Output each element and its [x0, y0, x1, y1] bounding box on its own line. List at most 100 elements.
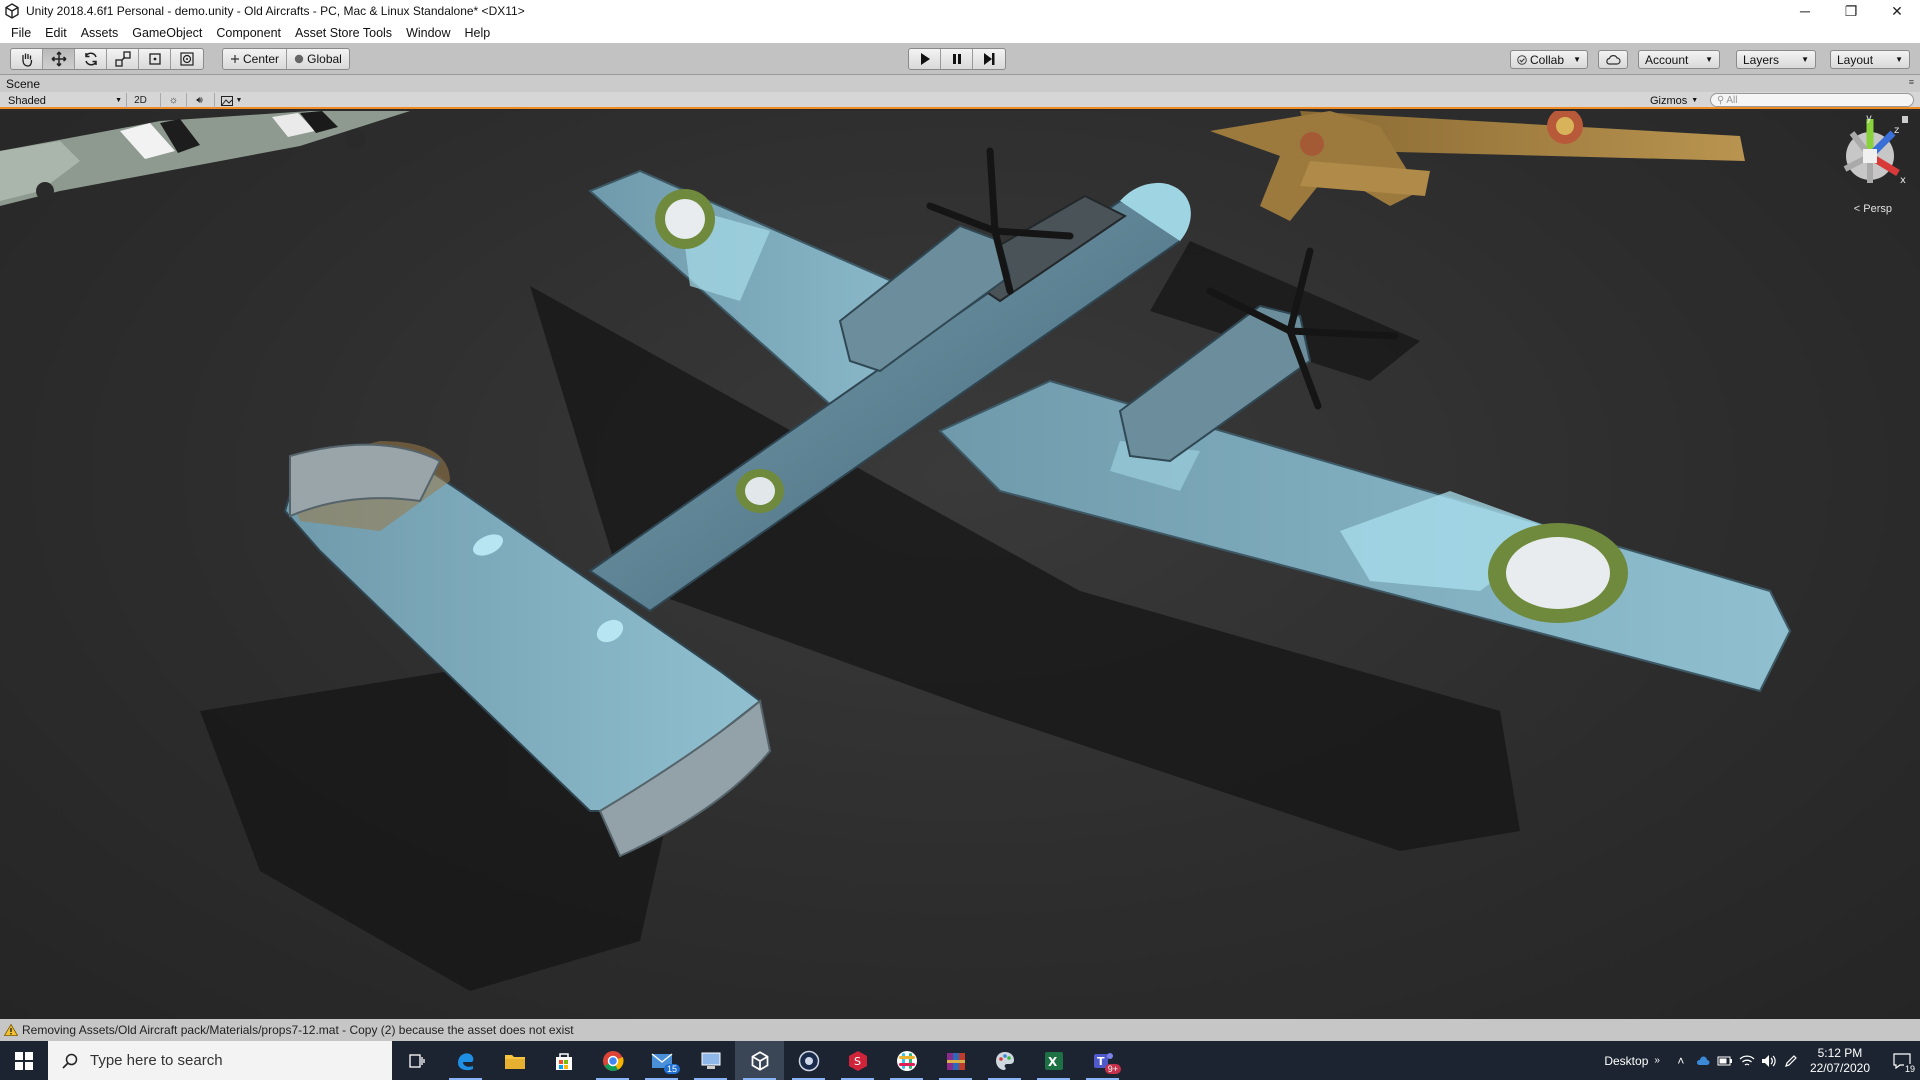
menu-assets[interactable]: Assets — [74, 26, 126, 40]
cinema4d-icon — [798, 1050, 819, 1071]
task-view-icon — [408, 1053, 425, 1068]
taskbar-clock[interactable]: 5:12 PM 22/07/2020 — [1810, 1046, 1870, 1076]
taskbar-cinema4d[interactable] — [784, 1041, 833, 1080]
speaker-icon: 🔊︎ — [196, 95, 203, 106]
layers-dropdown[interactable]: Layers ▼ — [1736, 50, 1816, 69]
account-dropdown[interactable]: Account ▼ — [1638, 50, 1720, 69]
scene-viewport[interactable]: y z x < Persp — [0, 111, 1920, 1019]
scene-audio-button[interactable]: 🔊︎ — [186, 93, 212, 108]
cloud-button[interactable] — [1598, 50, 1628, 69]
layout-dropdown[interactable]: Layout ▼ — [1830, 50, 1910, 69]
task-view-button[interactable] — [392, 1041, 441, 1080]
chevron-down-icon: ▼ — [1801, 55, 1809, 64]
restore-button[interactable]: ❐ — [1828, 0, 1874, 22]
orientation-gizmo[interactable]: y z x — [1843, 113, 1908, 186]
menu-file[interactable]: File — [4, 26, 38, 40]
taskbar-winrar[interactable] — [931, 1041, 980, 1080]
menu-gameobject[interactable]: GameObject — [125, 26, 209, 40]
shading-mode-label: Shaded — [8, 94, 46, 107]
shading-mode-dropdown[interactable]: Shaded ▼ — [8, 93, 122, 108]
menu-help[interactable]: Help — [458, 26, 498, 40]
tray-pen[interactable] — [1780, 1041, 1802, 1080]
taskbar-substance[interactable]: S — [833, 1041, 882, 1080]
move-icon — [51, 51, 66, 67]
volume-icon — [1761, 1054, 1776, 1067]
toggle-2d-button[interactable]: 2D — [126, 93, 154, 108]
pause-button[interactable] — [941, 49, 973, 69]
scene-lighting-button[interactable]: ☼ — [160, 93, 186, 108]
taskbar-excel[interactable]: X — [1029, 1041, 1078, 1080]
toggle-2d-label: 2D — [134, 95, 147, 106]
taskbar-mail[interactable]: 15 — [637, 1041, 686, 1080]
move-tool-button[interactable] — [43, 49, 75, 69]
scene-tab-bar: Scene ≡ — [0, 75, 1920, 92]
scene-toolbar: Shaded ▼ 2D ☼ 🔊︎ ▼ Gizmos ▼ ⚲ All — [0, 92, 1920, 109]
battery-icon — [1717, 1056, 1732, 1065]
windows-taskbar: Type here to search 15 S X T 9+ Desktop … — [0, 1041, 1920, 1080]
cloud-sync-icon — [1696, 1056, 1710, 1065]
menu-edit[interactable]: Edit — [38, 26, 74, 40]
tray-wifi[interactable] — [1736, 1041, 1758, 1080]
excel-icon: X — [1044, 1051, 1063, 1070]
taskbar-remote-desktop[interactable] — [686, 1041, 735, 1080]
taskbar-edge[interactable] — [441, 1041, 490, 1080]
projection-label[interactable]: < Persp — [1854, 203, 1892, 215]
background-plane-right — [1210, 111, 1745, 221]
account-label: Account — [1645, 52, 1689, 67]
notification-count: 19 — [1903, 1064, 1916, 1074]
taskbar-chrome[interactable] — [588, 1041, 637, 1080]
search-placeholder: All — [1726, 94, 1738, 106]
svg-text:T: T — [1097, 1055, 1105, 1068]
taskbar-slack[interactable] — [882, 1041, 931, 1080]
tab-scene[interactable]: Scene — [6, 77, 40, 91]
play-button[interactable] — [909, 49, 941, 69]
show-hidden-icons-button[interactable]: ˄ — [1670, 1041, 1692, 1080]
tray-battery[interactable] — [1714, 1041, 1736, 1080]
tray-network-share[interactable] — [1692, 1041, 1714, 1080]
taskbar-paint[interactable] — [980, 1041, 1029, 1080]
start-button[interactable] — [0, 1041, 48, 1080]
desktop-toolbar-label[interactable]: Desktop — [1604, 1054, 1648, 1068]
cloud-icon — [1606, 54, 1621, 65]
minimize-button[interactable]: ─ — [1782, 0, 1828, 22]
panel-menu-icon[interactable]: ≡ — [1909, 77, 1914, 87]
status-bar[interactable]: Removing Assets/Old Aircraft pack/Materi… — [0, 1019, 1920, 1041]
menu-component[interactable]: Component — [209, 26, 288, 40]
taskbar-teams[interactable]: T 9+ — [1078, 1041, 1127, 1080]
scale-tool-button[interactable] — [107, 49, 139, 69]
warning-icon — [4, 1024, 18, 1036]
menu-asset-store-tools[interactable]: Asset Store Tools — [288, 26, 399, 40]
rotate-tool-button[interactable] — [75, 49, 107, 69]
transform-tool-button[interactable] — [171, 49, 203, 69]
pivot-center-button[interactable]: Center — [223, 49, 287, 69]
unity-logo-icon — [5, 3, 19, 19]
close-button[interactable]: ✕ — [1874, 0, 1920, 22]
taskbar-unity[interactable] — [735, 1041, 784, 1080]
scene-search-input[interactable]: ⚲ All — [1710, 93, 1914, 107]
chevron-down-icon: ▼ — [115, 97, 122, 104]
tray-volume[interactable] — [1758, 1041, 1780, 1080]
hand-tool-button[interactable] — [11, 49, 43, 69]
collab-dropdown[interactable]: Collab ▼ — [1510, 50, 1588, 69]
gizmos-dropdown[interactable]: Gizmos ▼ — [1650, 93, 1698, 108]
main-toolbar: Center Global Collab ▼ Account ▼ Layers … — [0, 43, 1920, 75]
scene-render: y z x — [0, 111, 1908, 991]
action-center-button[interactable]: 19 — [1884, 1041, 1920, 1080]
menu-window[interactable]: Window — [399, 26, 457, 40]
gizmo-z-label: z — [1894, 125, 1899, 136]
step-button[interactable] — [973, 49, 1005, 69]
rotate-icon — [84, 52, 97, 66]
gizmo-x-label: x — [1900, 175, 1906, 186]
taskbar-search-input[interactable]: Type here to search — [48, 1041, 392, 1080]
chevron-right-icon[interactable]: » — [1654, 1055, 1660, 1066]
svg-text:X: X — [1048, 1055, 1058, 1069]
transform-tools — [10, 48, 204, 70]
taskbar-store[interactable] — [539, 1041, 588, 1080]
pivot-global-button[interactable]: Global — [287, 49, 349, 69]
layers-label: Layers — [1743, 52, 1780, 67]
taskbar-file-explorer[interactable] — [490, 1041, 539, 1080]
scale-icon — [114, 51, 131, 67]
sun-icon: ☼ — [168, 95, 179, 106]
scene-effects-dropdown[interactable]: ▼ — [214, 93, 248, 108]
rect-tool-button[interactable] — [139, 49, 171, 69]
